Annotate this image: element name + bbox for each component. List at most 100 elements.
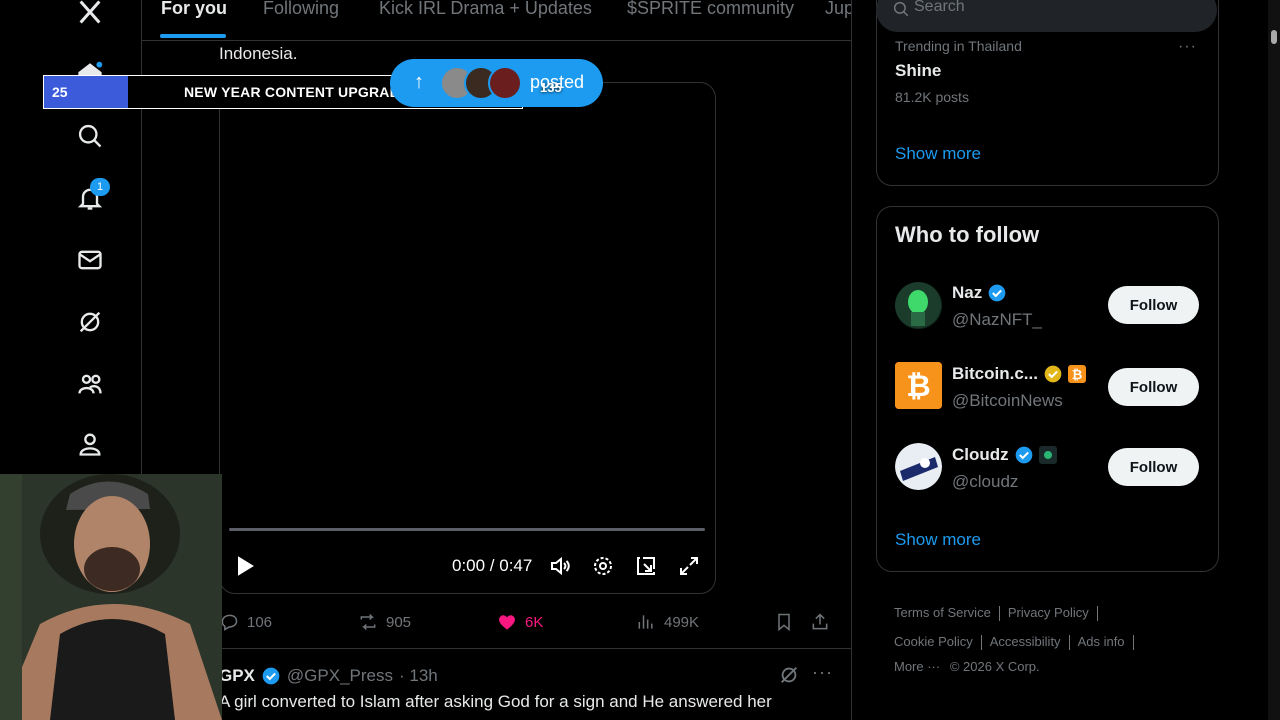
- footer-copyright: © 2026 X Corp.: [949, 659, 1040, 674]
- picture-in-picture-icon[interactable]: [634, 552, 658, 580]
- arrow-up-icon: ↑: [414, 71, 424, 93]
- scrollbar[interactable]: [1268, 0, 1280, 720]
- footer-separator: [980, 635, 982, 651]
- tab-for-you[interactable]: For you: [161, 0, 227, 18]
- verified-gold-badge-icon: [1044, 365, 1062, 383]
- reply-icon: [221, 614, 238, 631]
- account-name[interactable]: Bitcoin.c... ₿: [952, 364, 1086, 384]
- footer-separator: [1068, 635, 1070, 651]
- tweet-time[interactable]: · 13h: [399, 666, 438, 686]
- who-to-follow-show-more[interactable]: Show more: [895, 530, 981, 550]
- account-handle[interactable]: @BitcoinNews: [952, 391, 1063, 411]
- search-input[interactable]: Search: [876, 0, 1217, 32]
- like-button[interactable]: 6K: [497, 610, 543, 634]
- tweet-divider: [142, 648, 851, 649]
- new-posts-pill[interactable]: ↑ 135 posted: [390, 59, 603, 107]
- grok-analyze-icon[interactable]: [778, 664, 800, 691]
- trend-more-icon[interactable]: ···: [1178, 38, 1197, 56]
- messages-icon[interactable]: [68, 238, 112, 282]
- trends-show-more[interactable]: Show more: [895, 144, 981, 164]
- share-icon: [812, 613, 828, 630]
- repost-count: 905: [386, 613, 412, 631]
- search-icon[interactable]: [68, 114, 112, 158]
- footer-links: Terms of Service Privacy Policy Cookie Po…: [894, 598, 1214, 678]
- svg-text:₿: ₿: [1072, 367, 1083, 382]
- x-logo-icon[interactable]: [68, 0, 112, 34]
- avatar: [488, 66, 522, 100]
- next-tweet-header: GPX @GPX_Press · 13h: [219, 664, 438, 688]
- author-handle[interactable]: @GPX_Press: [287, 666, 393, 686]
- trend-category: Trending in Thailand: [895, 38, 1022, 54]
- tab-jup[interactable]: Jup: [825, 0, 851, 18]
- video-time: 0:00 / 0:47: [452, 556, 533, 575]
- who-to-follow-title: Who to follow: [895, 222, 1040, 247]
- trend-post-count: 81.2K posts: [895, 89, 969, 105]
- timeline-tabs: For you Following Kick IRL Drama + Updat…: [142, 0, 851, 41]
- footer-accessibility-link[interactable]: Accessibility: [990, 634, 1061, 649]
- footer-more-link[interactable]: More ···: [894, 659, 940, 674]
- overlay-text: NEW YEAR CONTENT UPGRADE: [184, 84, 410, 100]
- reply-count: 106: [247, 613, 273, 631]
- grok-icon[interactable]: [68, 300, 112, 344]
- account-name-label: Naz: [952, 283, 983, 302]
- overlay-counter: 25: [44, 76, 128, 108]
- views-button[interactable]: 499K: [636, 610, 699, 634]
- share-button[interactable]: [810, 610, 830, 634]
- footer-privacy-link[interactable]: Privacy Policy: [1008, 605, 1089, 620]
- reply-button[interactable]: 106: [219, 610, 272, 634]
- verified-badge-icon: [988, 284, 1006, 302]
- account-name-label: Cloudz: [952, 445, 1009, 464]
- follow-button[interactable]: Follow: [1108, 286, 1199, 324]
- footer-separator: [1096, 606, 1098, 622]
- bookmark-button[interactable]: [774, 610, 794, 634]
- communities-icon[interactable]: [68, 362, 112, 406]
- more-options-icon[interactable]: ···: [812, 662, 833, 683]
- affiliate-badge-icon: [1038, 446, 1057, 464]
- follow-button[interactable]: Follow: [1108, 448, 1199, 486]
- repost-button[interactable]: 905: [358, 610, 411, 634]
- bitcoin-logo-icon[interactable]: ₿: [895, 362, 942, 409]
- footer-terms-link[interactable]: Terms of Service: [894, 605, 991, 620]
- author-name[interactable]: GPX: [219, 666, 255, 686]
- footer-cookie-link[interactable]: Cookie Policy: [894, 634, 973, 649]
- next-tweet-text: A girl converted to Islam after asking G…: [219, 692, 772, 711]
- tweet-text: Indonesia.: [219, 44, 298, 63]
- settings-icon[interactable]: [591, 552, 615, 580]
- bookmark-icon: [778, 613, 790, 632]
- account-name[interactable]: Naz: [952, 283, 1007, 303]
- footer-separator: [998, 606, 1000, 622]
- avatar[interactable]: [895, 282, 942, 329]
- play-icon[interactable]: [232, 552, 256, 580]
- tab-kick-irl[interactable]: Kick IRL Drama + Updates: [379, 0, 592, 18]
- account-handle[interactable]: @NazNFT_: [952, 310, 1042, 330]
- fullscreen-icon[interactable]: [677, 552, 701, 580]
- search-placeholder: Search: [914, 0, 965, 15]
- verified-badge-icon: [1015, 446, 1032, 464]
- like-count: 6K: [525, 613, 544, 631]
- trend-name[interactable]: Shine: [895, 61, 941, 81]
- profile-icon[interactable]: [68, 422, 112, 466]
- footer-ads-link[interactable]: Ads info: [1078, 634, 1125, 649]
- video-player[interactable]: [219, 82, 716, 594]
- account-name[interactable]: Cloudz: [952, 445, 1057, 465]
- tab-sprite-community[interactable]: $SPRITE community: [627, 0, 794, 18]
- tab-following[interactable]: Following: [263, 0, 339, 18]
- volume-icon[interactable]: [548, 552, 572, 580]
- verified-badge-icon: [262, 667, 280, 685]
- avatar[interactable]: [895, 443, 942, 490]
- heart-icon: [498, 615, 516, 630]
- account-handle[interactable]: @cloudz: [952, 472, 1018, 492]
- affiliate-bitcoin-icon: ₿: [1067, 365, 1086, 383]
- scrollbar-thumb[interactable]: [1271, 30, 1277, 44]
- notification-badge: 1: [90, 178, 110, 196]
- search-icon: [893, 1, 909, 17]
- webcam-overlay: [0, 474, 222, 720]
- video-progress-bar[interactable]: [229, 528, 705, 531]
- posted-label: posted: [530, 72, 585, 92]
- footer-separator: [1132, 635, 1134, 651]
- account-name-label: Bitcoin.c...: [952, 364, 1038, 383]
- follow-button[interactable]: Follow: [1108, 368, 1199, 406]
- feed-divider: [851, 0, 852, 720]
- repost-icon: [360, 613, 376, 631]
- views-icon: [638, 615, 653, 629]
